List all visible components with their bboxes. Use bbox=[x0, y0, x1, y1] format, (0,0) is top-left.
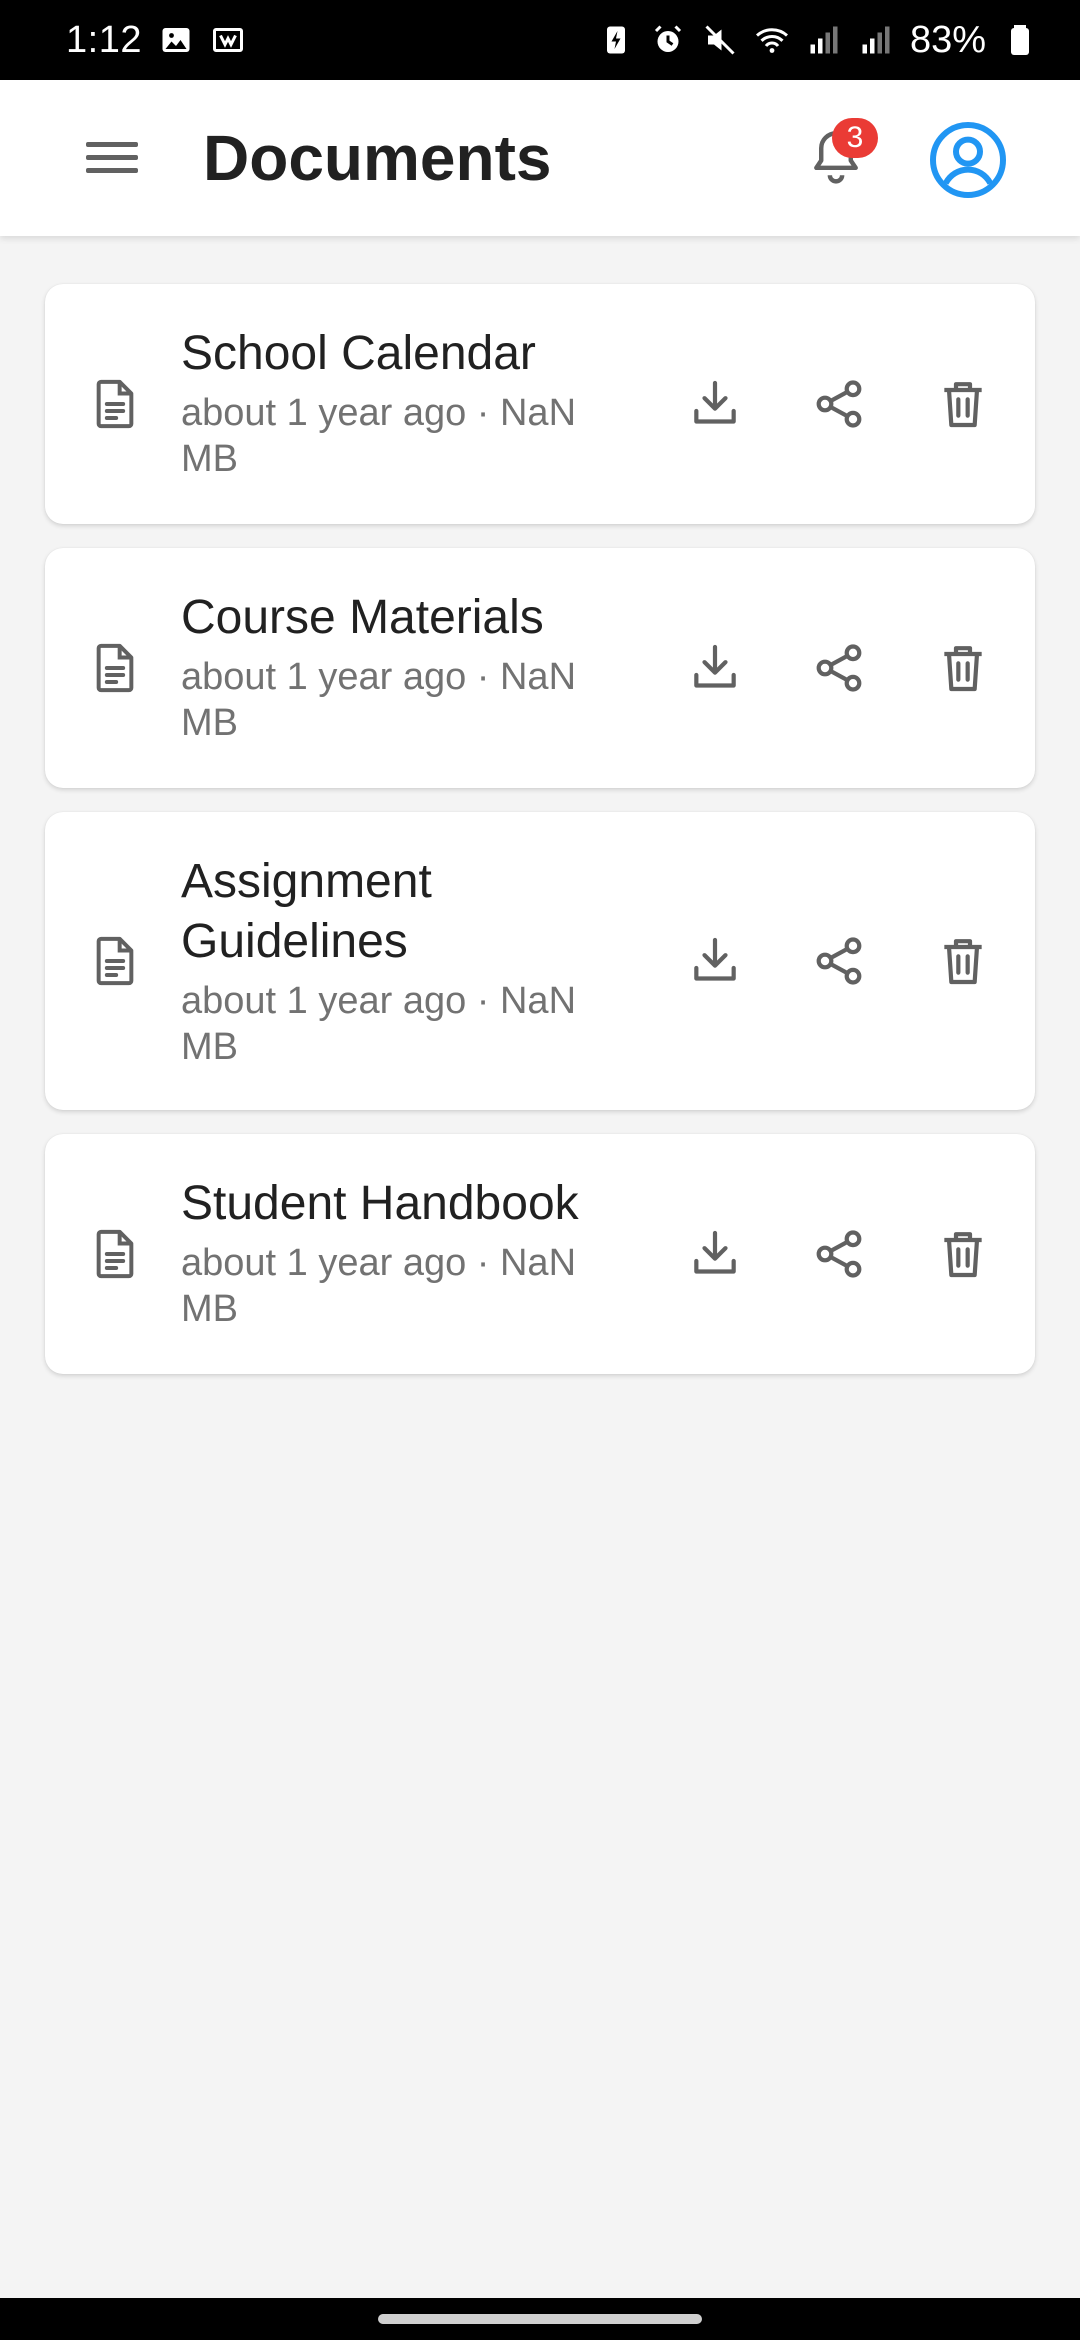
document-text: School Calendar about 1 year ago · NaN M… bbox=[181, 324, 631, 482]
mute-icon bbox=[702, 22, 738, 58]
document-text: Assignment Guidelines about 1 year ago ·… bbox=[181, 852, 631, 1070]
download-button[interactable] bbox=[683, 1222, 747, 1286]
document-text: Course Materials about 1 year ago · NaN … bbox=[181, 588, 631, 746]
document-actions bbox=[683, 929, 995, 993]
hamburger-icon bbox=[86, 142, 138, 173]
share-button[interactable] bbox=[807, 1222, 871, 1286]
status-time: 1:12 bbox=[66, 18, 142, 61]
document-card[interactable]: Course Materials about 1 year ago · NaN … bbox=[45, 548, 1035, 788]
document-icon bbox=[83, 1219, 147, 1289]
document-actions bbox=[683, 636, 995, 700]
gallery-icon bbox=[158, 22, 194, 58]
trash-icon bbox=[944, 382, 982, 428]
document-title: Assignment Guidelines bbox=[181, 855, 432, 968]
status-bar-right: 83% bbox=[598, 19, 1038, 62]
notification-badge: 3 bbox=[832, 118, 878, 158]
status-bar: 1:12 83% bbox=[0, 0, 1080, 80]
delete-button[interactable] bbox=[931, 372, 995, 436]
document-text: Student Handbook about 1 year ago · NaN … bbox=[181, 1174, 631, 1332]
signal-icon-2 bbox=[858, 22, 894, 58]
navigation-bar bbox=[0, 2298, 1080, 2340]
download-icon bbox=[694, 380, 736, 424]
screen: 1:12 83% Documents 3 School Calendar abo… bbox=[0, 0, 1080, 2340]
trash-icon bbox=[944, 1232, 982, 1278]
document-meta: about 1 year ago · NaN MB bbox=[181, 392, 577, 480]
trash-icon bbox=[944, 646, 982, 692]
document-meta: about 1 year ago · NaN MB bbox=[181, 980, 577, 1068]
document-icon bbox=[83, 633, 147, 703]
delete-button[interactable] bbox=[931, 929, 995, 993]
alarm-icon bbox=[650, 22, 686, 58]
document-card[interactable]: Student Handbook about 1 year ago · NaN … bbox=[45, 1134, 1035, 1374]
battery-saver-icon bbox=[598, 22, 634, 58]
trash-icon bbox=[944, 939, 982, 985]
download-icon bbox=[694, 1230, 736, 1274]
share-icon bbox=[816, 1230, 862, 1278]
download-button[interactable] bbox=[683, 929, 747, 993]
account-circle-icon bbox=[930, 122, 1006, 198]
page-title: Documents bbox=[203, 122, 552, 194]
status-bar-left: 1:12 bbox=[66, 19, 246, 62]
document-card[interactable]: Assignment Guidelines about 1 year ago ·… bbox=[45, 812, 1035, 1110]
download-button[interactable] bbox=[683, 636, 747, 700]
battery-percent: 83% bbox=[909, 18, 986, 61]
wifi-icon bbox=[754, 22, 790, 58]
delete-button[interactable] bbox=[931, 636, 995, 700]
document-title: School Calendar bbox=[181, 327, 536, 380]
signal-icon-1 bbox=[806, 22, 842, 58]
document-list: School Calendar about 1 year ago · NaN M… bbox=[45, 284, 1035, 1398]
profile-button[interactable] bbox=[928, 120, 1008, 200]
share-button[interactable] bbox=[807, 929, 871, 993]
share-icon bbox=[816, 380, 862, 428]
document-actions bbox=[683, 372, 995, 436]
document-title: Course Materials bbox=[181, 591, 544, 644]
document-card[interactable]: School Calendar about 1 year ago · NaN M… bbox=[45, 284, 1035, 524]
notifications-button[interactable]: 3 bbox=[796, 118, 878, 198]
menu-button[interactable] bbox=[74, 130, 150, 186]
share-button[interactable] bbox=[807, 636, 871, 700]
share-icon bbox=[816, 644, 862, 692]
download-button[interactable] bbox=[683, 372, 747, 436]
download-icon bbox=[694, 644, 736, 688]
app-notification-icon bbox=[210, 22, 246, 58]
app-bar: Documents 3 bbox=[0, 80, 1080, 236]
document-icon bbox=[83, 926, 147, 996]
document-icon bbox=[83, 369, 147, 439]
download-icon bbox=[694, 937, 736, 981]
document-meta: about 1 year ago · NaN MB bbox=[181, 656, 577, 744]
battery-icon bbox=[1002, 22, 1038, 58]
document-actions bbox=[683, 1222, 995, 1286]
share-icon bbox=[816, 937, 862, 985]
delete-button[interactable] bbox=[931, 1222, 995, 1286]
document-title: Student Handbook bbox=[181, 1177, 579, 1230]
document-meta: about 1 year ago · NaN MB bbox=[181, 1242, 577, 1330]
share-button[interactable] bbox=[807, 372, 871, 436]
home-handle[interactable] bbox=[378, 2314, 702, 2324]
